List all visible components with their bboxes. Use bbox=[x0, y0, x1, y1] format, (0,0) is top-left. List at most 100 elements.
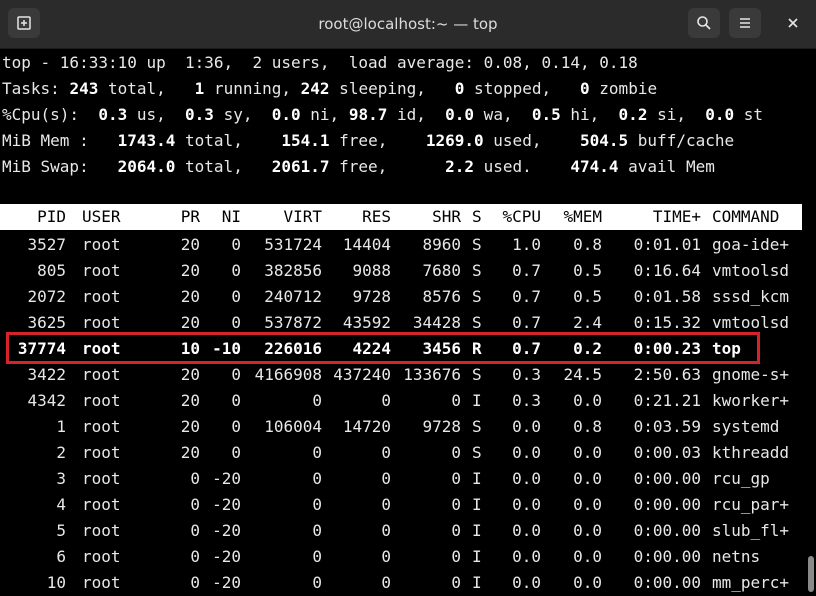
cell-shr: 7680 bbox=[422, 261, 461, 280]
summary-segment: total, bbox=[175, 131, 282, 150]
cell-command: gnome-s+ bbox=[712, 365, 790, 384]
cell-pr: 20 bbox=[180, 235, 200, 254]
search-button[interactable] bbox=[688, 8, 720, 38]
column-header-user: USER bbox=[82, 207, 121, 226]
cell-virt: 0 bbox=[312, 547, 322, 566]
terminal-area[interactable]: top - 16:33:10 up 1:36, 2 users, load av… bbox=[0, 49, 806, 596]
summary-segment: free, bbox=[329, 157, 446, 176]
summary-segment: 0.3 bbox=[185, 105, 214, 124]
cell-ni: -20 bbox=[212, 495, 241, 514]
cell-mem: 0.0 bbox=[573, 495, 602, 514]
cell-shr: 133676 bbox=[403, 365, 461, 384]
cell-ni: 0 bbox=[231, 287, 241, 306]
cell-ni: 0 bbox=[231, 417, 241, 436]
summary-segment: MiB Swap: bbox=[2, 157, 118, 176]
summary-segment: total, bbox=[98, 79, 195, 98]
cell-virt: 106004 bbox=[264, 417, 322, 436]
summary-segment: %Cpu(s): bbox=[2, 105, 99, 124]
cell-user: root bbox=[82, 547, 121, 566]
cell-mem: 24.5 bbox=[563, 365, 602, 384]
summary-uptime-line: top - 16:33:10 up 1:36, 2 users, load av… bbox=[2, 53, 638, 72]
cell-command: slub_fl+ bbox=[712, 521, 790, 540]
cell-ni: 0 bbox=[231, 365, 241, 384]
cell-time: 0:01.58 bbox=[633, 287, 701, 306]
cell-user: root bbox=[82, 287, 121, 306]
summary-segment: 0.2 bbox=[618, 105, 648, 124]
cell-virt: 0 bbox=[312, 469, 322, 488]
cell-mem: 0.0 bbox=[573, 443, 602, 462]
cell-ni: 0 bbox=[231, 261, 241, 280]
process-row: 3422 root 20 0 4166908 437240 133676 S 0.3 24.5 2:… bbox=[0, 362, 802, 388]
terminal-scrollbar[interactable] bbox=[806, 49, 816, 596]
process-row: 4342 root 20 0 0 0 0 I 0.3 0.0 0:21.21 kworker+ bbox=[0, 388, 802, 414]
cell-time: 0:21.21 bbox=[633, 391, 701, 410]
column-header-time: TIME+ bbox=[652, 207, 701, 226]
cell-state: I bbox=[472, 573, 482, 592]
cell-ni: 0 bbox=[231, 391, 241, 410]
scrollbar-thumb[interactable] bbox=[808, 556, 814, 592]
summary-segment: 242 bbox=[300, 79, 330, 98]
cell-time: 0:00.00 bbox=[633, 547, 701, 566]
summary-segment: MiB Mem : bbox=[2, 131, 118, 150]
cell-command: sssd_kcm bbox=[712, 287, 790, 306]
menu-button[interactable] bbox=[729, 8, 761, 38]
cell-time: 0:01.01 bbox=[633, 235, 701, 254]
window-titlebar: root@localhost:~ — top bbox=[0, 0, 816, 49]
cell-user: root bbox=[82, 235, 121, 254]
summary-segment: 1743.4 bbox=[117, 131, 176, 150]
summary-segment: free, bbox=[329, 131, 426, 150]
summary-segment: 0.0 bbox=[271, 105, 301, 124]
column-header-ni: NI bbox=[221, 207, 241, 226]
cell-cpu: 0.7 bbox=[512, 287, 541, 306]
cell-pr: 20 bbox=[180, 391, 200, 410]
cell-state: I bbox=[472, 469, 482, 488]
cell-command: rcu_par+ bbox=[712, 495, 790, 514]
cell-command: kworker+ bbox=[712, 391, 790, 410]
process-row: 10 root 0 -20 0 0 0 I 0.0 0.0 0:00.00 mm_perc+ bbox=[0, 570, 802, 596]
cell-time: 0:16.64 bbox=[633, 261, 701, 280]
cell-ni: 0 bbox=[231, 235, 241, 254]
close-button[interactable] bbox=[778, 8, 808, 38]
cell-virt: 0 bbox=[312, 521, 322, 540]
cell-shr: 0 bbox=[451, 469, 461, 488]
column-header-cpu: %CPU bbox=[502, 207, 541, 226]
process-row: 3 root 0 -20 0 0 0 I 0.0 0.0 0:00.00 rcu_gp bbox=[0, 466, 802, 492]
summary-segment: 0 bbox=[454, 79, 465, 98]
cell-state: S bbox=[472, 287, 482, 306]
column-header-res: RES bbox=[362, 207, 391, 226]
summary-segment: 98.7 bbox=[348, 105, 388, 124]
cell-command: netns bbox=[712, 547, 761, 566]
cell-shr: 0 bbox=[451, 573, 461, 592]
cell-virt: 382856 bbox=[264, 261, 322, 280]
cell-ni: -20 bbox=[212, 469, 241, 488]
cell-pr: 0 bbox=[190, 469, 200, 488]
cell-pid: 4342 bbox=[27, 391, 66, 410]
summary-segment: buff/cache bbox=[628, 131, 735, 150]
cell-pr: 20 bbox=[180, 443, 200, 462]
process-row: 1 root 20 0 106004 14720 9728 S 0.0 0.8 0:03.59 sys… bbox=[0, 414, 802, 440]
cell-state: S bbox=[472, 365, 482, 384]
cell-time: 0:00.03 bbox=[633, 443, 701, 462]
column-header-mem: %MEM bbox=[563, 207, 602, 226]
summary-segment: 2061.7 bbox=[271, 157, 330, 176]
cell-cpu: 0.0 bbox=[512, 469, 541, 488]
summary-segment: sleeping, bbox=[329, 79, 455, 98]
cell-mem: 0.0 bbox=[573, 521, 602, 540]
cell-pr: 0 bbox=[190, 547, 200, 566]
cell-cpu: 0.3 bbox=[512, 365, 541, 384]
summary-segment: 474.4 bbox=[570, 157, 619, 176]
cell-pr: 0 bbox=[190, 573, 200, 592]
cell-time: 0:00.00 bbox=[633, 469, 701, 488]
cell-pid: 4 bbox=[56, 495, 66, 514]
cell-pid: 3527 bbox=[27, 235, 66, 254]
cell-user: root bbox=[82, 391, 121, 410]
cell-time: 0:00.00 bbox=[633, 521, 701, 540]
summary-tasks-line: Tasks: 243 total, 1 running, 242 sleepin… bbox=[2, 76, 657, 102]
summary-segment: 0 bbox=[580, 79, 590, 98]
cell-pr: 20 bbox=[180, 287, 200, 306]
cell-command: vmtoolsd bbox=[712, 261, 790, 280]
summary-cpu-line: %Cpu(s): 0.3 us, 0.3 sy, 0.0 ni, 98.7 id… bbox=[2, 102, 763, 128]
cell-mem: 0.0 bbox=[573, 573, 602, 592]
summary-segment: 0.5 bbox=[531, 105, 561, 124]
cell-cpu: 0.0 bbox=[512, 417, 541, 436]
